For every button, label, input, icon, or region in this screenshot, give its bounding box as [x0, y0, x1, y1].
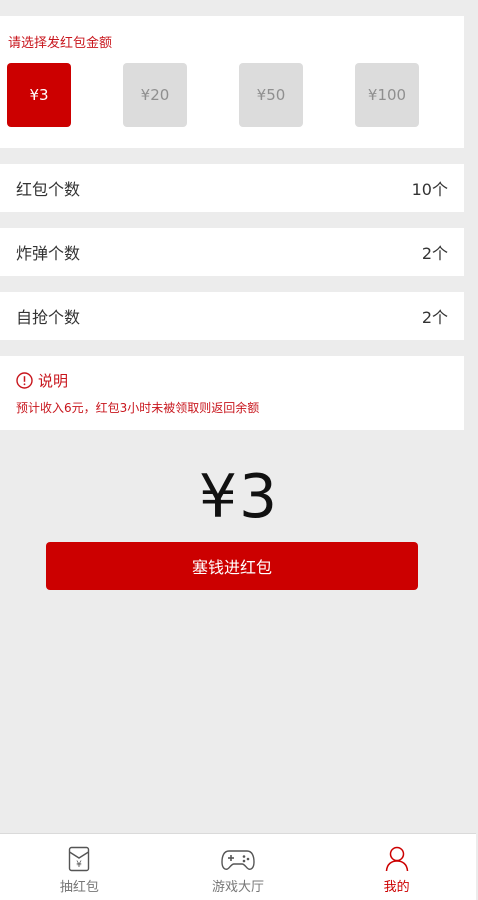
- amount-option-50[interactable]: ¥50: [239, 63, 303, 127]
- info-icon: [16, 372, 33, 389]
- tab-mine[interactable]: 我的: [317, 834, 476, 900]
- note-text: 预计收入6元，红包3小时未被领取则返回余额: [16, 401, 260, 415]
- note-title: 说明: [38, 372, 69, 390]
- packet-count-row[interactable]: 红包个数 10个: [0, 164, 464, 212]
- amount-picker-card: 请选择发红包金额 ¥3 ¥20 ¥50 ¥100: [0, 16, 464, 148]
- packet-count-value: 10个: [411, 180, 448, 199]
- tab-game-hall[interactable]: 游戏大厅: [159, 834, 318, 900]
- svg-text:¥: ¥: [76, 860, 82, 870]
- bomb-count-row[interactable]: 炸弹个数 2个: [0, 228, 464, 276]
- red-envelope-icon: ¥: [68, 842, 90, 872]
- user-icon: [385, 842, 409, 872]
- page: 请选择发红包金额 ¥3 ¥20 ¥50 ¥100 红包个数 10个 炸弹个数 2…: [0, 0, 478, 900]
- self-grab-count-row[interactable]: 自抢个数 2个: [0, 292, 464, 340]
- tab-label: 我的: [383, 880, 410, 895]
- amount-option-20[interactable]: ¥20: [123, 63, 187, 127]
- amount-option-100[interactable]: ¥100: [355, 63, 419, 127]
- note-card: 说明 预计收入6元，红包3小时未被领取则返回余额: [0, 356, 464, 430]
- note-header: 说明: [16, 370, 448, 391]
- amount-option-3[interactable]: ¥3: [7, 63, 71, 127]
- amount-picker-title: 请选择发红包金额: [8, 36, 113, 51]
- tab-label: 游戏大厅: [212, 880, 265, 895]
- bomb-count-label: 炸弹个数: [16, 244, 81, 263]
- total-amount: ¥3: [198, 462, 280, 532]
- gamepad-icon: [221, 842, 255, 872]
- self-grab-count-label: 自抢个数: [16, 308, 81, 327]
- bottom-tab-bar: ¥ 抽红包 游戏大厅 我的: [0, 833, 476, 900]
- tab-label: 抽红包: [59, 880, 99, 895]
- submit-button[interactable]: 塞钱进红包: [46, 542, 418, 590]
- packet-count-label: 红包个数: [16, 180, 81, 199]
- bomb-count-value: 2个: [421, 244, 448, 263]
- tab-draw-red-envelope[interactable]: ¥ 抽红包: [0, 834, 159, 900]
- self-grab-count-value: 2个: [421, 308, 448, 327]
